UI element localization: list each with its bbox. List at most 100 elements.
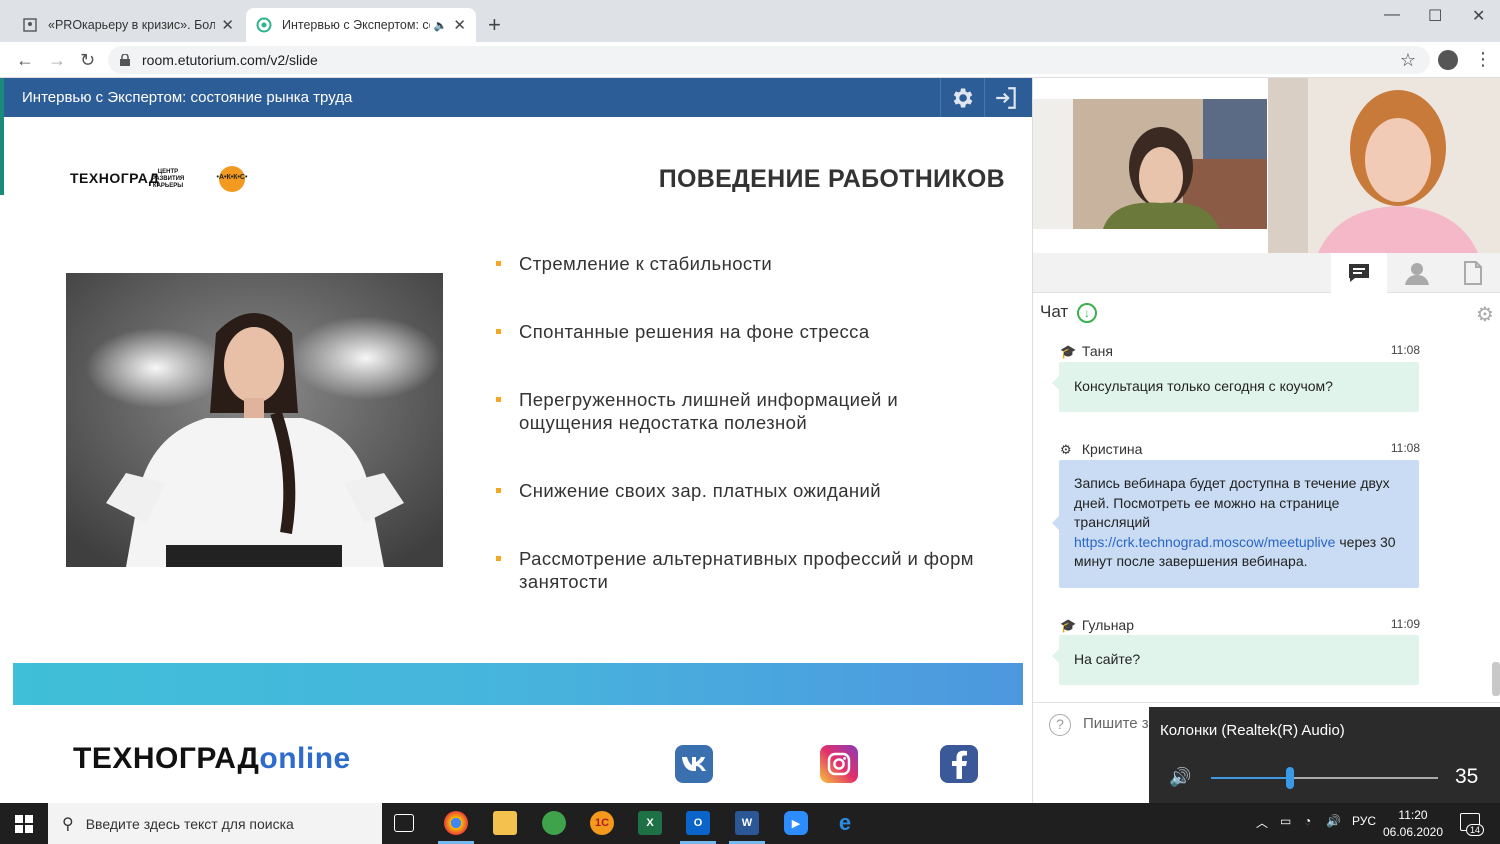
list-item: Перегруженность лишней информацией и ощу… <box>496 388 979 434</box>
list-item: Спонтанные решения на фоне стресса <box>496 320 979 343</box>
wifi-icon[interactable]: ◔ <box>1304 814 1311 828</box>
volume-flyout: Колонки (Realtek(R) Audio) 🔊 35 <box>1149 707 1500 803</box>
taskbar-clock[interactable]: 11:20 06.06.2020 <box>1378 807 1448 841</box>
message-time: 11:08 <box>1390 441 1420 455</box>
volume-tray-icon[interactable]: 🔊 <box>1326 814 1341 828</box>
search-placeholder: Введите здесь текст для поиска <box>85 815 294 832</box>
help-icon[interactable]: ? <box>1049 714 1071 736</box>
word-icon[interactable]: W <box>735 811 759 835</box>
participant-video-1[interactable] <box>1033 99 1267 229</box>
gear-icon <box>953 87 972 108</box>
windows-logo-icon <box>15 814 33 833</box>
settings-button[interactable] <box>940 78 982 117</box>
message-author: Гульнар <box>1081 617 1134 633</box>
menu-icon[interactable]: ⋮ <box>1474 50 1492 68</box>
volume-value: 35 <box>1455 765 1479 788</box>
slide-title: ПОВЕДЕНИЕ РАБОТНИКОВ <box>658 165 1005 193</box>
crk-logo: ЦЕНТР РАЗВИТИЯ КАРЬЕРЫ <box>151 169 185 189</box>
new-tab-button[interactable]: + <box>488 12 501 38</box>
exit-icon <box>995 86 1016 109</box>
volume-slider[interactable] <box>1211 767 1438 789</box>
message-header: 🎓 Таня 11:08 <box>1060 343 1420 360</box>
page-icon <box>23 18 37 32</box>
file-explorer-icon[interactable] <box>493 811 517 835</box>
panel-toolbar <box>1033 253 1500 293</box>
akks-logo: •А•К•К•С• <box>212 165 252 193</box>
etutorium-favicon-icon <box>256 17 272 33</box>
chat-heading: Чат <box>1040 302 1069 321</box>
speaker-volume-icon[interactable]: 🔊 <box>1169 767 1191 788</box>
bookmark-star-icon[interactable]: ☆ <box>1400 50 1416 71</box>
maximize-button[interactable]: ☐ <box>1428 6 1442 26</box>
download-chat-icon[interactable]: ↓ <box>1077 303 1097 323</box>
chat-input-placeholder: Пишите з <box>1083 715 1149 732</box>
chat-message: На сайте? <box>1052 635 1419 685</box>
chat-message: Консультация только сегодня с коучом? <box>1052 362 1419 412</box>
language-indicator[interactable]: РУС <box>1352 814 1376 828</box>
url-text: room.etutorium.com/v2/slide <box>142 52 318 68</box>
message-author: Таня <box>1081 343 1113 359</box>
tray-expand-icon[interactable]: ︿ <box>1256 814 1268 831</box>
edge-icon[interactable]: e <box>833 810 857 835</box>
close-window-button[interactable]: ✕ <box>1472 6 1485 26</box>
facebook-icon[interactable] <box>940 745 978 783</box>
chrome-icon[interactable] <box>444 811 468 835</box>
message-header: 🎓 Гульнар 11:09 <box>1060 617 1420 634</box>
battery-icon[interactable]: ▭ <box>1280 814 1291 828</box>
presenter-video[interactable] <box>1268 78 1500 253</box>
broadcast-link[interactable]: https://crk.technograd.moscow/meetuplive <box>1074 534 1335 550</box>
chat-message: Запись вебинара будет доступна в течение… <box>1052 460 1419 588</box>
vk-icon[interactable] <box>675 745 713 783</box>
user-icon <box>1405 263 1429 285</box>
browser-tab-interview[interactable]: Интервью с Экспертом: сос 🔈 ✕ <box>246 8 476 42</box>
audio-device-name[interactable]: Колонки (Realtek(R) Audio) <box>1160 722 1345 739</box>
chat-scrollbar[interactable] <box>1492 662 1500 696</box>
list-item: Рассмотрение альтернативных профессий и … <box>496 547 979 593</box>
close-tab-icon[interactable]: ✕ <box>453 16 466 34</box>
webinar-header: Интервью с Экспертом: состояние рынка тр… <box>4 78 1032 117</box>
list-item: Снижение своих зар. платных ожиданий <box>496 479 979 502</box>
windows-taskbar: ⚲ Введите здесь текст для поиска 1С X O … <box>0 803 1500 844</box>
clock-date: 06.06.2020 <box>1382 825 1444 839</box>
chat-settings-gear-icon[interactable]: ⚙ <box>1476 302 1494 327</box>
exit-button[interactable] <box>984 78 1026 117</box>
minimize-button[interactable]: — <box>1384 6 1400 24</box>
technograd-logo: ТЕХНОГРАД <box>70 170 160 186</box>
outlook-icon[interactable]: O <box>686 811 710 835</box>
maps-icon[interactable] <box>542 811 566 835</box>
clock-time: 11:20 <box>1398 808 1428 822</box>
document-icon <box>1464 261 1482 285</box>
participants-tab-button[interactable] <box>1389 253 1445 293</box>
chat-tab-button[interactable] <box>1331 253 1387 293</box>
back-icon[interactable]: ← <box>16 50 34 71</box>
gear-icon: ⚙ <box>1060 442 1072 457</box>
browser-tab-proкарьеру[interactable]: «PROкарьеру в кризис». Больш ✕ <box>12 8 244 42</box>
browser-tab-bar: «PROкарьеру в кризис». Больш ✕ Интервью … <box>0 0 1500 42</box>
stressed-woman-photo <box>66 273 443 567</box>
files-tab-button[interactable] <box>1445 253 1500 293</box>
webinar-title: Интервью с Экспертом: состояние рынка тр… <box>22 89 353 106</box>
taskbar-search[interactable]: ⚲ Введите здесь текст для поиска <box>48 803 382 844</box>
message-header: ⚙ Кристина 11:08 <box>1060 441 1420 458</box>
graduation-cap-icon: 🎓 <box>1060 344 1077 359</box>
search-icon: ⚲ <box>62 815 74 833</box>
1c-icon[interactable]: 1С <box>590 811 614 835</box>
message-time: 11:08 <box>1390 343 1420 357</box>
forward-icon[interactable]: → <box>48 50 66 71</box>
account-icon[interactable] <box>1438 50 1458 70</box>
tab-title: Интервью с Экспертом: сос <box>282 18 430 32</box>
graduation-cap-icon: 🎓 <box>1060 618 1077 633</box>
message-time: 11:09 <box>1390 617 1420 631</box>
reload-icon[interactable]: ↻ <box>80 50 95 71</box>
speaker-icon[interactable]: 🔈 <box>434 19 448 32</box>
excel-icon[interactable]: X <box>638 811 662 835</box>
task-view-icon[interactable] <box>394 814 414 832</box>
url-field[interactable]: room.etutorium.com/v2/slide ☆ <box>108 46 1430 74</box>
close-tab-icon[interactable]: ✕ <box>221 16 234 34</box>
instagram-icon[interactable] <box>820 745 858 783</box>
zoom-icon[interactable]: ▶ <box>784 811 808 835</box>
start-button[interactable] <box>0 803 48 844</box>
message-author: Кристина <box>1081 441 1143 457</box>
lock-icon <box>120 54 130 66</box>
address-bar-row: ← → ↻ room.etutorium.com/v2/slide ☆ <box>0 42 1500 78</box>
